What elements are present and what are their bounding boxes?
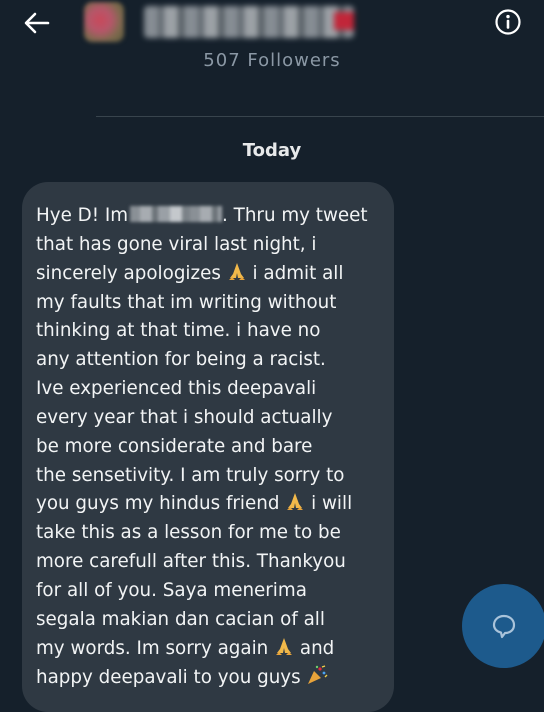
message-text: Hye D! Im . Thru my tweet that has gone v… <box>36 202 396 692</box>
compose-message-button[interactable] <box>462 584 544 668</box>
praying-hands-icon <box>274 636 294 666</box>
message-line: . Thru my tweet <box>222 205 368 226</box>
message-line: any attention for being a racist. <box>36 349 326 371</box>
message-line: sincerely apologizes <box>36 262 221 284</box>
message-line: every year that i should actually <box>36 406 333 428</box>
praying-hands-icon <box>285 491 305 521</box>
praying-hands-icon <box>227 261 247 291</box>
message-line: i will <box>311 493 353 515</box>
header-divider <box>96 116 544 117</box>
message-line: happy deepavali to you guys <box>36 666 301 688</box>
followers-count: 507 Followers <box>203 50 341 70</box>
message-line: the sensetivity. I am truly sorry to <box>36 464 345 486</box>
message-line: you guys my hindus friend <box>36 493 280 515</box>
message-line: for all of you. Saya menerima <box>36 579 307 601</box>
message-line: i admit all <box>252 262 344 284</box>
message-line: my faults that im writing without <box>36 291 337 313</box>
message-line: my words. Im sorry again <box>36 637 269 659</box>
message-line: segala makian dan cacian of all <box>36 608 325 630</box>
message-line: be more considerate and bare <box>36 435 313 457</box>
message-bubble-icon <box>492 614 516 639</box>
redacted-name <box>130 206 223 222</box>
message-line: Ive experienced this deepavali <box>36 378 317 400</box>
message-line: Hye D! Im <box>36 205 129 226</box>
info-icon[interactable] <box>494 8 522 36</box>
avatar[interactable] <box>84 2 124 42</box>
date-separator: Today <box>242 140 302 161</box>
conversation-header: 507 Followers <box>0 0 544 116</box>
redacted-username <box>144 6 354 38</box>
message-line: thinking at that time. i have no <box>36 320 321 342</box>
message-line: and <box>299 637 335 659</box>
back-arrow-icon[interactable] <box>22 8 52 38</box>
message-line: that has gone viral last night, i <box>36 233 317 255</box>
message-line: take this as a lesson for me to be <box>36 522 341 544</box>
message-line: more carefull after this. Thankyou <box>36 551 346 573</box>
